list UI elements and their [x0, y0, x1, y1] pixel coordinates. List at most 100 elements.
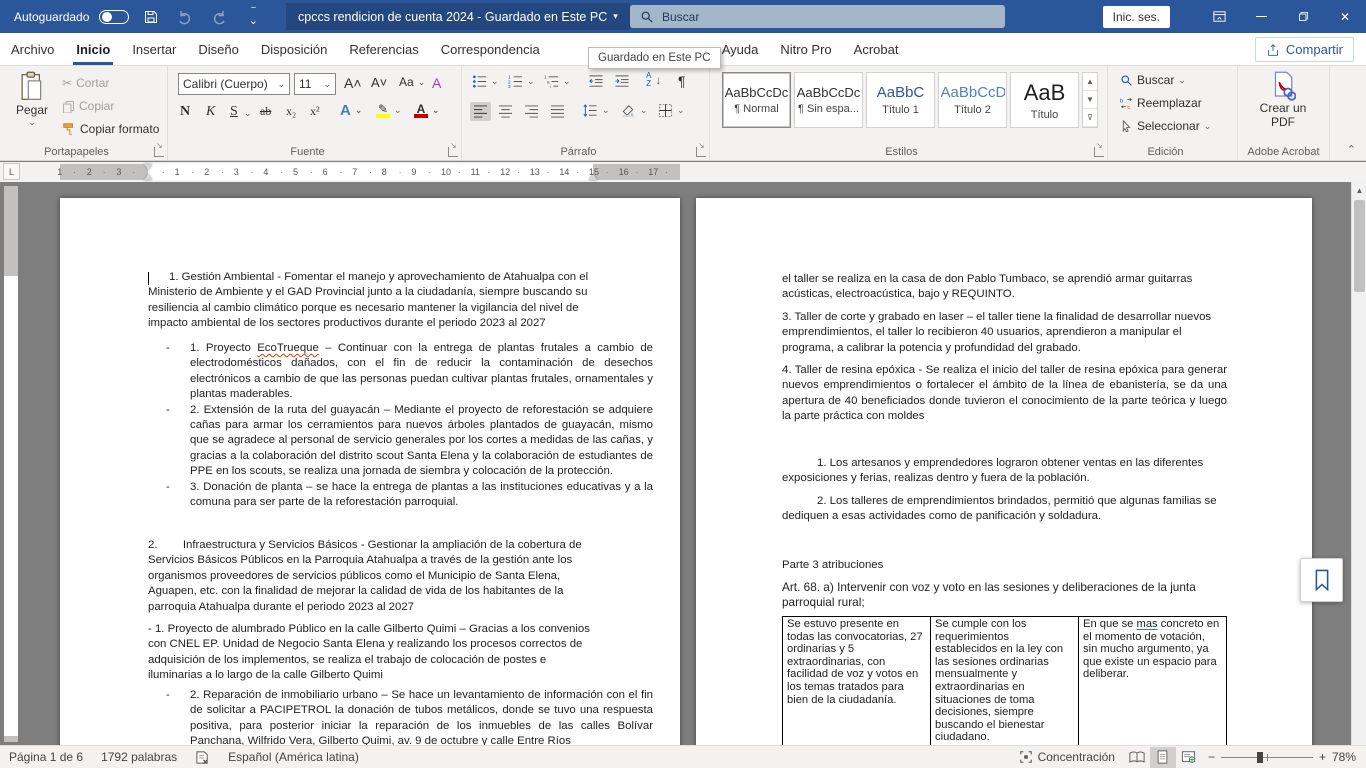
paragraph[interactable]: 2. Infraestructura y Servicios Básicos -… [148, 538, 595, 615]
clear-formatting-button[interactable]: A [432, 75, 441, 91]
tab-diseno[interactable]: Diseño [187, 33, 249, 65]
style-normal[interactable]: AaBbCcDc ¶ Normal [722, 72, 791, 128]
vertical-ruler[interactable] [4, 186, 18, 742]
paragraph[interactable]: 3. Taller de corte y grabado en laser – … [782, 310, 1227, 356]
tab-acrobat[interactable]: Acrobat [843, 33, 910, 65]
first-line-indent-marker[interactable] [144, 164, 152, 170]
table-cell[interactable]: Se estuvo presente en todas las convocat… [783, 617, 931, 746]
paragraph[interactable]: Parte 3 atribuciones [782, 558, 1227, 573]
bookmark-flag-button[interactable] [1300, 558, 1343, 602]
table-cell[interactable]: Se cumple con los requerimientos estable… [931, 617, 1079, 746]
paragraph[interactable]: 1. Los artesanos y emprendedores lograro… [782, 456, 1227, 487]
ribbon-display-options-button[interactable] [1198, 0, 1240, 33]
sort-button[interactable]: AZ↓ [646, 72, 661, 88]
styles-dialog-launcher[interactable] [1094, 147, 1104, 157]
strikethrough-button[interactable]: ab [260, 104, 271, 119]
grow-font-button[interactable]: A˄ [344, 75, 362, 91]
list-item[interactable]: 1. Proyecto EcoTrueque – Continuar con l… [148, 341, 653, 403]
paste-button[interactable]: Pegar ⌄ [10, 71, 54, 128]
collapse-ribbon-button[interactable]: ⌃ [1347, 143, 1356, 156]
find-button[interactable]: Buscar⌄ [1120, 73, 1186, 87]
paragraph-dialog-launcher[interactable] [696, 147, 706, 157]
tab-inicio[interactable]: Inicio [65, 33, 121, 65]
underline-dropdown[interactable]: ⌄ [244, 108, 252, 119]
styles-scroll-up-button[interactable]: ▲ [1083, 73, 1097, 91]
minimize-button[interactable] [1240, 0, 1282, 33]
cut-button[interactable]: ✂ Cortar [62, 76, 109, 90]
redo-button[interactable] [207, 5, 231, 29]
text-effects-button[interactable]: A⌄ [340, 102, 362, 119]
align-center-button[interactable] [498, 105, 513, 118]
style-titulo[interactable]: AaB Título [1010, 72, 1079, 128]
zoom-in-button[interactable]: + [1319, 750, 1326, 764]
bold-button[interactable]: N [180, 104, 190, 120]
show-marks-button[interactable]: ¶ [678, 73, 686, 89]
multilevel-list-button[interactable]: 1ai⌄ [544, 74, 571, 89]
style-titulo-2[interactable]: AaBbCcD Título 2 [938, 72, 1007, 128]
style-sin-espaciado[interactable]: AaBbCcDc ¶ Sin espa... [794, 72, 863, 128]
font-family-combo[interactable]: Calibri (Cuerpo)⌄ [178, 73, 290, 95]
subscript-button[interactable]: x₂ [286, 104, 296, 119]
clipboard-dialog-launcher[interactable] [154, 147, 164, 157]
list-item[interactable]: 2. Extensión de la ruta del guayacán – M… [148, 403, 653, 480]
paragraph[interactable]: - 1. Proyecto de alumbrado Público en la… [148, 622, 600, 684]
zoom-out-button[interactable]: − [1208, 750, 1215, 764]
font-color-button[interactable]: A ⌄ [414, 102, 440, 118]
tab-archivo[interactable]: Archivo [0, 33, 65, 65]
focus-mode-button[interactable]: Concentración [1010, 746, 1124, 768]
paragraph[interactable]: Art. 68. a) Intervenir con voz y voto en… [782, 580, 1227, 609]
vertical-scrollbar[interactable]: ▲ [1351, 182, 1366, 745]
search-box[interactable]: Buscar [630, 5, 1005, 28]
zoom-percentage[interactable]: 78% [1332, 750, 1366, 764]
zoom-slider-thumb[interactable] [1257, 752, 1263, 763]
language-indicator[interactable]: Español (América latina) [219, 746, 368, 768]
paragraph[interactable]: el taller se realiza en la casa de don P… [782, 272, 1227, 303]
font-dialog-launcher[interactable] [448, 147, 458, 157]
table-cell[interactable]: En que se mas concreto en el momento de … [1079, 617, 1227, 746]
italic-button[interactable]: K [206, 104, 215, 120]
line-spacing-button[interactable]: ⌄ [582, 103, 610, 118]
styles-gallery-more-button[interactable]: ⊽ [1083, 109, 1097, 127]
borders-button[interactable]: ⌄ [658, 103, 685, 118]
left-indent-marker[interactable] [144, 174, 152, 180]
close-button[interactable]: ✕ [1324, 0, 1366, 33]
scrollbar-thumb[interactable] [1354, 200, 1365, 292]
font-size-combo[interactable]: 11⌄ [294, 73, 336, 95]
share-button[interactable]: Compartir [1255, 37, 1354, 62]
numbering-button[interactable]: 123⌄ [508, 74, 535, 89]
select-button[interactable]: Seleccionar⌄ [1120, 119, 1211, 133]
shading-button[interactable]: ⌄ [620, 103, 648, 118]
replace-button[interactable]: bc Reemplazar [1120, 96, 1202, 110]
ruler-band[interactable]: 3211234567891011121314151617············… [60, 164, 680, 180]
paragraph[interactable]: 2. Los talleres de emprendimientos brind… [782, 494, 1227, 525]
page-2[interactable]: el taller se realiza en la casa de don P… [696, 198, 1312, 745]
tab-nitro-pro[interactable]: Nitro Pro [769, 33, 842, 65]
tab-referencias[interactable]: Referencias [338, 33, 429, 65]
web-layout-button[interactable] [1176, 747, 1202, 768]
tab-correspondencia[interactable]: Correspondencia [430, 33, 551, 65]
list-item[interactable]: 2. Reparación de inmobiliario urbano – S… [148, 688, 653, 745]
scroll-up-icon[interactable]: ▲ [1352, 184, 1366, 198]
tab-insertar[interactable]: Insertar [121, 33, 187, 65]
style-titulo-1[interactable]: AaBbC Título 1 [866, 72, 935, 128]
change-case-button[interactable]: Aa⌄ [399, 75, 425, 89]
paragraph[interactable]: 4. Taller de resina epóxica - Se realiza… [782, 363, 1227, 425]
create-pdf-button[interactable]: Crear un PDF [1252, 71, 1314, 129]
save-button[interactable] [139, 5, 163, 29]
autosave-toggle[interactable] [99, 10, 129, 24]
align-left-button[interactable] [470, 102, 491, 121]
print-layout-button[interactable] [1150, 747, 1176, 768]
underline-button[interactable]: S [230, 104, 238, 120]
word-count[interactable]: 1792 palabras [92, 746, 186, 768]
proofing-status-button[interactable] [186, 746, 219, 768]
justify-button[interactable] [550, 105, 565, 118]
decrease-indent-button[interactable] [588, 74, 604, 89]
format-painter-button[interactable]: Copiar formato [62, 122, 159, 136]
customize-quick-access-button[interactable]: ‾⌄ [241, 5, 265, 29]
page-indicator[interactable]: Página 1 de 6 [0, 746, 92, 768]
document-title-area[interactable]: cpccs rendicion de cuenta 2024 - Guardad… [286, 3, 630, 30]
copy-button[interactable]: Copiar [62, 99, 114, 113]
styles-scroll-down-button[interactable]: ▼ [1083, 91, 1097, 109]
bullets-button[interactable]: ⌄ [472, 74, 499, 89]
paragraph[interactable]: 1. Gestión Ambiental - Fomentar el manej… [148, 270, 595, 332]
